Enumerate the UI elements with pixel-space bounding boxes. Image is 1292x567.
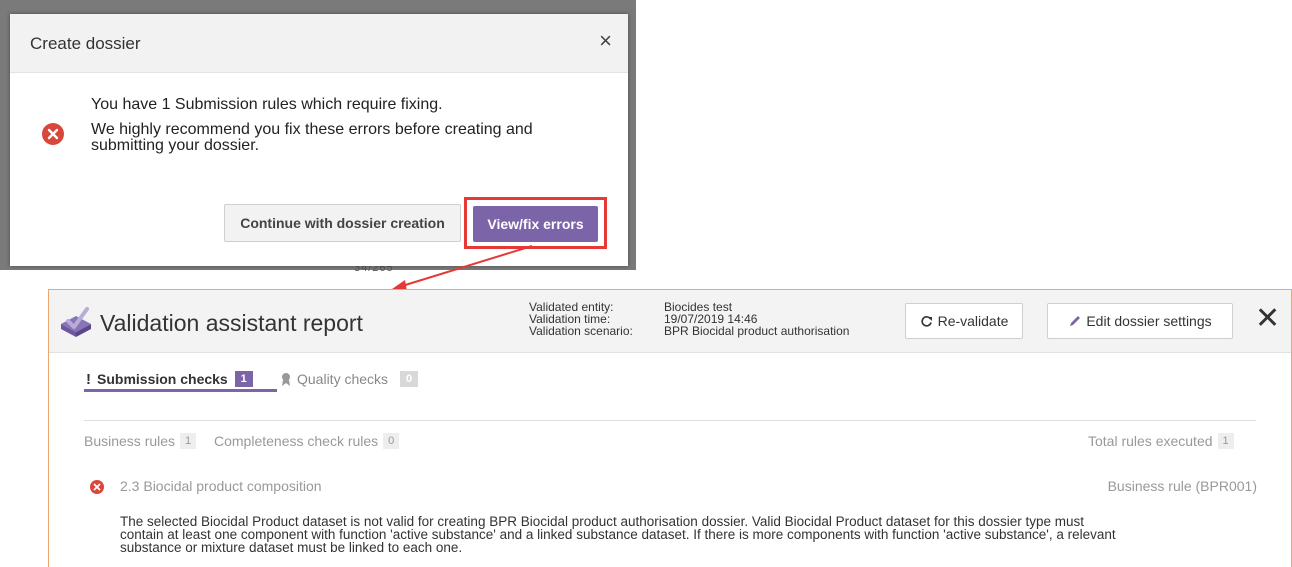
highlight-box: [464, 197, 607, 249]
divider: [84, 420, 1256, 421]
quality-count-badge: 0: [400, 371, 419, 387]
active-tab-indicator: [84, 389, 277, 392]
subtab-completeness-check-rules[interactable]: Completeness check rules 0: [214, 431, 400, 451]
edit-dossier-settings-label: Edit dossier settings: [1086, 313, 1212, 329]
total-label: Total rules executed: [1088, 433, 1213, 449]
dialog-title: Create dossier: [30, 34, 141, 53]
rule-description: The selected Biocidal Product dataset is…: [120, 514, 1116, 555]
error-icon: [42, 123, 64, 145]
dialog-header: Create dossier ×: [10, 14, 628, 73]
rule-type: Business rule (BPR001): [1107, 478, 1257, 494]
subtab-label: Business rules: [84, 433, 176, 449]
checkmark-logo-icon: [61, 307, 91, 337]
revalidate-label: Re-validate: [937, 313, 1009, 329]
dialog-message: You have 1 Submission rules which requir…: [91, 96, 443, 113]
tab-label: Quality checks: [297, 371, 389, 387]
close-icon[interactable]: ×: [599, 30, 612, 52]
validation-scenario-value: BPR Biocidal product authorisation: [664, 324, 850, 338]
dialog-recommendation: We highly recommend you fix these errors…: [91, 121, 533, 154]
tab-label: Submission checks: [97, 371, 228, 387]
rule-title[interactable]: 2.3 Biocidal product composition: [120, 478, 322, 494]
refresh-icon: [920, 315, 932, 327]
total-rules-executed: Total rules executed 1: [1088, 431, 1234, 451]
revalidate-button[interactable]: Re-validate: [905, 303, 1023, 339]
validation-report-panel: Validation assistant report Validated en…: [48, 289, 1292, 567]
business-rules-count: 1: [180, 433, 197, 449]
validation-scenario-label: Validation scenario:: [529, 324, 633, 338]
submission-count-badge: 1: [234, 371, 253, 387]
report-title: Validation assistant report: [100, 310, 363, 336]
close-icon[interactable]: ✕: [1255, 304, 1280, 334]
subtab-business-rules[interactable]: Business rules 1: [84, 431, 197, 451]
continue-button[interactable]: Continue with dossier creation: [224, 204, 461, 242]
tab-submission-checks[interactable]: ! Submission checks 1: [86, 368, 253, 390]
tab-quality-checks[interactable]: Quality checks 0: [281, 368, 419, 390]
total-count-badge: 1: [1217, 433, 1234, 449]
report-header: Validation assistant report Validated en…: [49, 290, 1291, 353]
edit-dossier-settings-button[interactable]: Edit dossier settings: [1047, 303, 1233, 339]
completeness-rules-count: 0: [383, 433, 400, 449]
subtab-label: Completeness check rules: [214, 433, 379, 449]
exclamation-icon: !: [86, 370, 91, 388]
award-ribbon-icon: [282, 373, 290, 386]
pencil-icon: [1070, 315, 1081, 326]
error-icon: [90, 480, 104, 494]
